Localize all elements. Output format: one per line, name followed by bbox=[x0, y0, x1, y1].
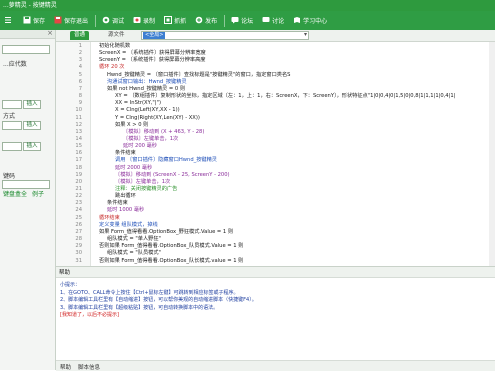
publish-button[interactable]: 发布 bbox=[191, 11, 222, 30]
toolbar-button-label: 学习中心 bbox=[303, 18, 328, 25]
example-link[interactable]: 例子 bbox=[32, 189, 44, 198]
param-input-3[interactable] bbox=[2, 142, 22, 151]
insert-button-1[interactable]: 插入 bbox=[23, 100, 41, 109]
tab-source[interactable]: 源文件 bbox=[104, 31, 129, 40]
capture-icon bbox=[164, 15, 174, 26]
dismiss-tips-link[interactable]: [我知道了，以后不必提示] bbox=[60, 312, 490, 320]
command-item-2: 方式 bbox=[3, 113, 16, 120]
left-panel-header: × bbox=[0, 29, 55, 39]
help-title: 帮助 bbox=[59, 270, 71, 276]
save-button[interactable]: 保存 bbox=[19, 11, 50, 30]
title-bar: ...萝精灵 - 按键精灵 bbox=[0, 0, 495, 11]
toolbar-button-label: 调试 bbox=[112, 18, 125, 25]
debug-icon bbox=[102, 16, 112, 26]
discuss-icon bbox=[262, 16, 272, 26]
chevron-down-icon[interactable]: ▾ bbox=[304, 31, 307, 38]
help-panel: 帮助 小提示： 1、在GOTO、CALL命令上按住【Ctrl+鼠标左键】可跳转到相… bbox=[56, 266, 495, 371]
editor-tab-bar: 普通 源文件 <全局> ▾ bbox=[56, 30, 495, 42]
publish-icon bbox=[195, 16, 205, 26]
record-icon bbox=[133, 16, 143, 26]
close-icon[interactable]: × bbox=[47, 29, 53, 37]
help-tip-line: 3、脚本编辑工具栏里有【超级粘贴】按钮，可自动转换脚本中的语法。 bbox=[60, 304, 219, 311]
command-item-1[interactable]: ...应代数 bbox=[3, 59, 27, 68]
record-button[interactable]: 录制 bbox=[129, 11, 160, 30]
param-input-1[interactable] bbox=[2, 100, 22, 109]
main-toolbar: 保存 保存退出 调试 录制 抓抓 发布 论坛 讨论 学习中心 bbox=[0, 11, 495, 30]
capture-button[interactable]: 抓抓 bbox=[160, 11, 191, 30]
toolbar-button-label: 录制 bbox=[143, 18, 156, 25]
keyboard-all-link[interactable]: 键盘盒全 bbox=[3, 189, 27, 198]
toolbar-button-label: 保存 bbox=[33, 18, 46, 25]
line-number: 31 bbox=[75, 257, 82, 264]
insert-button-3[interactable]: 插入 bbox=[23, 142, 41, 151]
script-editor: 普通 源文件 <全局> ▾ 1 2 3 4 5 6 7 8 9 10 11 12 13 14 15 16 17 1… bbox=[56, 30, 495, 266]
toolbar-button-label: 论坛 bbox=[241, 18, 254, 25]
help-body: 小提示： 1、在GOTO、CALL命令上按住【Ctrl+鼠标左键】可跳转到相应标签… bbox=[60, 282, 490, 320]
learn-button[interactable]: 学习中心 bbox=[289, 11, 332, 30]
save-exit-button[interactable]: 保存退出 bbox=[50, 11, 93, 30]
keycode-input[interactable] bbox=[2, 180, 50, 189]
forum-button[interactable]: 论坛 bbox=[227, 11, 258, 30]
vertical-scrollbar[interactable] bbox=[489, 42, 495, 266]
learn-icon bbox=[293, 16, 303, 26]
help-tip-line: 1、在GOTO、CALL命令上按住【Ctrl+鼠标左键】可跳转到相应标签或子程序… bbox=[60, 289, 239, 296]
param-input-2[interactable] bbox=[2, 121, 22, 130]
toolbar-button-label: 保存退出 bbox=[64, 18, 89, 25]
help-tip-line: 2、脚本编辑工具栏里有【自动缩进】按钮，可以帮你美观的自动缩进脚本（快捷键F4）… bbox=[60, 297, 257, 303]
scope-select[interactable]: <全局> ▾ bbox=[141, 31, 309, 40]
code-line[interactable]: XY = 〔数组插件〕复制形状的坐标，指定区域〔左：1，上：1，右：Screen… bbox=[115, 92, 455, 100]
toolbar-button-label: 抓抓 bbox=[174, 18, 187, 25]
help-header: 帮助 bbox=[56, 267, 495, 278]
forum-icon bbox=[231, 16, 241, 26]
left-panel: × ...应代数 方式 插入 插入 插入 键码 键盘盒全 例子 bbox=[0, 29, 56, 370]
code-line[interactable]: 否则如果 Form_值得看看.OptionBox_队长模式.value = 1 … bbox=[99, 257, 243, 265]
menu-icon bbox=[4, 16, 14, 26]
toolbar-separator bbox=[95, 14, 97, 27]
toolbar-button-label: 讨论 bbox=[272, 18, 285, 25]
save-icon bbox=[23, 16, 33, 26]
toolbar-button-label: 发布 bbox=[205, 18, 218, 25]
discuss-button[interactable]: 讨论 bbox=[258, 11, 289, 30]
help-footer-tabs: 帮助 脚本信息 bbox=[56, 360, 495, 371]
insert-button-2[interactable]: 插入 bbox=[23, 121, 41, 130]
tab-normal[interactable]: 普通 bbox=[70, 31, 90, 40]
scope-select-value: <全局> bbox=[143, 32, 166, 39]
toolbar-separator bbox=[224, 14, 226, 27]
help-tip-line: 小提示： bbox=[60, 282, 81, 288]
line-number-gutter: 1 2 3 4 5 6 7 8 9 10 11 12 13 14 15 16 17 18 19 20 21 22 23 24 2… bbox=[56, 42, 91, 266]
window-title: ...萝精灵 - 按键精灵 bbox=[3, 2, 57, 9]
code-area[interactable]: 初始化随机数 ScreenX = 〔系统插件〕获得屏幕分辨率宽度 ScreenY =… bbox=[91, 42, 495, 266]
save-exit-icon bbox=[54, 16, 64, 26]
menu-button[interactable] bbox=[0, 11, 19, 30]
keycode-label: 键码 bbox=[3, 173, 16, 180]
debug-button[interactable]: 调试 bbox=[98, 11, 129, 30]
command-search-input[interactable] bbox=[2, 45, 50, 54]
